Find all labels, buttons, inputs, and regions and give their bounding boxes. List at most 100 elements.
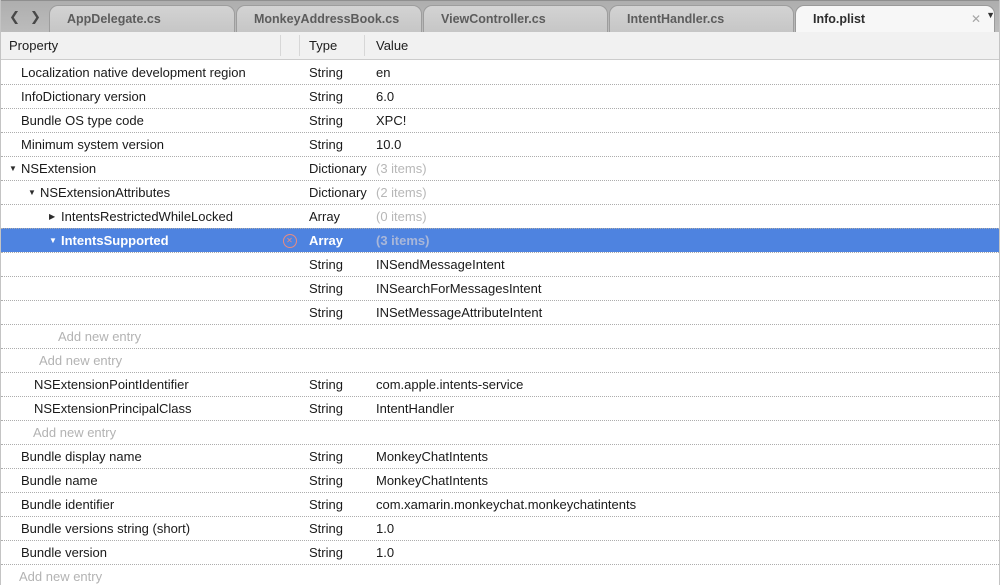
action-cell [280, 565, 299, 585]
property-label: Bundle versions string (short) [21, 521, 190, 536]
property-cell: Localization native development region [1, 60, 280, 84]
tab-info-plist[interactable]: Info.plist✕ [795, 5, 995, 32]
add-new-entry-row[interactable]: Add new entry [1, 564, 999, 585]
tab-overflow-icon[interactable]: ▼ [986, 11, 995, 20]
tab-close-icon[interactable]: ✕ [971, 13, 981, 25]
table-row[interactable]: Bundle versionString1.0 [1, 540, 999, 564]
type-cell: String [299, 89, 364, 104]
table-row[interactable]: Bundle identifierStringcom.xamarin.monke… [1, 492, 999, 516]
property-cell: Bundle version [1, 541, 280, 564]
action-cell [280, 109, 299, 132]
type-cell: String [299, 521, 364, 536]
table-row[interactable]: ▼IntentsSupported✕Array(3 items) [1, 228, 999, 252]
value-cell: com.apple.intents-service [364, 377, 999, 392]
table-row[interactable]: Minimum system versionString10.0 [1, 132, 999, 156]
type-cell: String [299, 473, 364, 488]
property-label: NSExtensionPrincipalClass [34, 401, 192, 416]
action-cell [280, 349, 299, 372]
table-row[interactable]: ▼NSExtensionAttributesDictionary(2 items… [1, 180, 999, 204]
table-row[interactable]: Bundle OS type codeStringXPC! [1, 108, 999, 132]
type-cell: String [299, 305, 364, 320]
property-cell: Bundle versions string (short) [1, 517, 280, 540]
table-row[interactable]: Bundle versions string (short)String1.0 [1, 516, 999, 540]
action-cell [280, 469, 299, 492]
table-row[interactable]: ▼NSExtensionDictionary(3 items) [1, 156, 999, 180]
value-cell: XPC! [364, 113, 999, 128]
tab-list: AppDelegate.csMonkeyAddressBook.csViewCo… [49, 0, 996, 32]
property-label: NSExtension [21, 161, 96, 176]
property-label: Add new entry [39, 353, 122, 368]
value-cell: MonkeyChatIntents [364, 449, 999, 464]
action-cell [280, 157, 299, 180]
property-label: Add new entry [19, 569, 102, 584]
property-cell: Minimum system version [1, 133, 280, 156]
value-cell: INSetMessageAttributeIntent [364, 305, 999, 320]
property-label: InfoDictionary version [21, 89, 146, 104]
property-cell: Bundle identifier [1, 493, 280, 516]
tab-intenthandler-cs[interactable]: IntentHandler.cs [609, 5, 794, 32]
table-row[interactable]: Localization native development region St… [1, 60, 999, 84]
property-cell: Bundle OS type code [1, 109, 280, 132]
table-row[interactable]: Bundle display name StringMonkeyChatInten… [1, 444, 999, 468]
property-label: Bundle display name [21, 449, 142, 464]
property-label: Localization native development region [21, 65, 246, 80]
type-cell: Dictionary [299, 161, 364, 176]
type-cell: String [299, 65, 364, 80]
action-cell [280, 301, 299, 324]
property-cell: ▼NSExtensionAttributes [1, 181, 280, 204]
value-cell: MonkeyChatIntents [364, 473, 999, 488]
delete-entry-icon[interactable]: ✕ [283, 234, 297, 248]
action-cell [280, 421, 299, 444]
action-cell [280, 517, 299, 540]
table-row[interactable]: NSExtensionPointIdentifier Stringcom.appl… [1, 372, 999, 396]
property-cell: Add new entry [1, 565, 280, 585]
table-row[interactable]: InfoDictionary versionString6.0 [1, 84, 999, 108]
type-cell: String [299, 449, 364, 464]
type-cell: Array [299, 233, 364, 248]
value-cell: (0 items) [364, 209, 999, 224]
property-cell: ▼NSExtension [1, 157, 280, 180]
type-cell: String [299, 401, 364, 416]
column-header-type: Type [299, 38, 364, 53]
property-label: IntentsSupported [61, 233, 169, 248]
action-cell [280, 325, 299, 348]
column-header-row: Property Type Value [1, 32, 999, 60]
back-icon[interactable]: ❮ [9, 10, 20, 23]
property-cell: NSExtensionPointIdentifier [1, 373, 280, 396]
action-cell [280, 373, 299, 396]
property-label: Minimum system version [21, 137, 164, 152]
type-cell: Dictionary [299, 185, 364, 200]
table-row[interactable]: Bundle nameStringMonkeyChatIntents [1, 468, 999, 492]
property-label: NSExtensionPointIdentifier [34, 377, 189, 392]
type-cell: String [299, 257, 364, 272]
type-cell: String [299, 377, 364, 392]
disclosure-expanded-icon[interactable]: ▼ [49, 237, 61, 245]
value-cell: IntentHandler [364, 401, 999, 416]
forward-icon[interactable]: ❯ [30, 10, 41, 23]
nav-buttons: ❮ ❯ [1, 0, 49, 32]
action-cell [280, 277, 299, 300]
action-cell [280, 205, 299, 228]
disclosure-expanded-icon[interactable]: ▼ [9, 165, 21, 173]
table-row[interactable]: NSExtensionPrincipalClass StringIntentHan… [1, 396, 999, 420]
disclosure-expanded-icon[interactable]: ▼ [28, 189, 40, 197]
property-cell: InfoDictionary version [1, 85, 280, 108]
add-new-entry-row[interactable]: Add new entry [1, 348, 999, 372]
tab-monkeyaddressbook-cs[interactable]: MonkeyAddressBook.cs [236, 5, 422, 32]
table-row[interactable]: ▶IntentsRestrictedWhileLockedArray(0 ite… [1, 204, 999, 228]
table-row[interactable]: StringINSearchForMessagesIntent [1, 276, 999, 300]
tab-appdelegate-cs[interactable]: AppDelegate.cs [49, 5, 235, 32]
property-cell: Add new entry [1, 349, 280, 372]
table-row[interactable]: StringINSendMessageIntent [1, 252, 999, 276]
table-row[interactable]: StringINSetMessageAttributeIntent [1, 300, 999, 324]
property-cell: Bundle display name [1, 445, 280, 468]
property-label: NSExtensionAttributes [40, 185, 170, 200]
property-label: Bundle identifier [21, 497, 114, 512]
disclosure-collapsed-icon[interactable]: ▶ [49, 213, 61, 221]
add-new-entry-row[interactable]: Add new entry [1, 324, 999, 348]
property-cell [1, 277, 280, 300]
add-new-entry-row[interactable]: Add new entry [1, 420, 999, 444]
tab-viewcontroller-cs[interactable]: ViewController.cs [423, 5, 608, 32]
type-cell: String [299, 545, 364, 560]
property-label: Bundle OS type code [21, 113, 144, 128]
